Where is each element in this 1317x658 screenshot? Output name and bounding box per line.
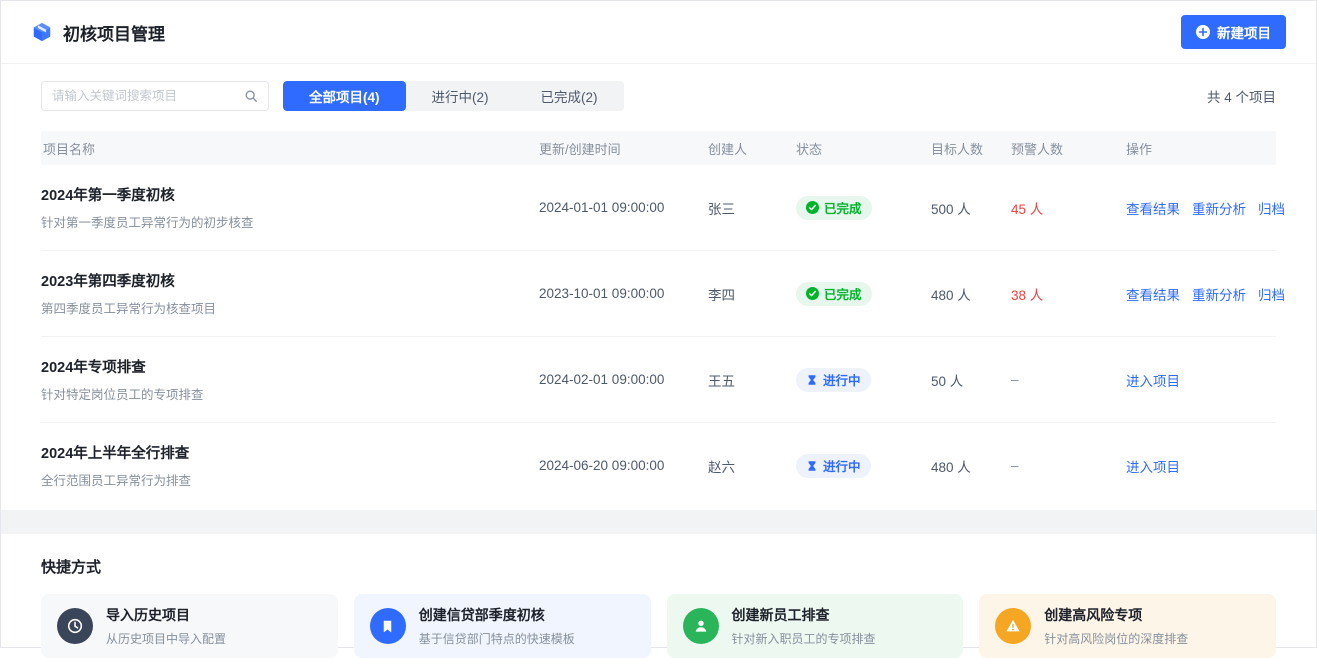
project-target: 480 人 [931,284,1011,304]
action-link[interactable]: 重新分析 [1192,198,1246,218]
status-badge: 已完成 [796,282,872,306]
new-project-button[interactable]: 新建项目 [1181,15,1286,49]
action-link[interactable]: 进入项目 [1126,456,1180,476]
table-row: 2024年上半年全行排查 全行范围员工异常行为排查 2024-06-20 09:… [41,423,1276,508]
action-link[interactable]: 归档 [1258,284,1285,304]
project-name: 2024年上半年全行排查 [41,442,539,463]
project-target: 500 人 [931,198,1011,218]
status-badge: 进行中 [796,368,871,392]
project-name: 2024年第一季度初核 [41,184,539,205]
status-label: 进行中 [823,370,861,389]
shortcut-desc: 针对高风险岗位的深度排查 [1044,630,1188,647]
check-circle-icon [806,201,819,214]
shortcut-title: 创建信贷部季度初核 [419,605,575,625]
shortcut-card-credit-dept[interactable]: 创建信贷部季度初核 基于信贷部门特点的快速模板 [354,594,651,658]
shortcut-card-new-employee[interactable]: 创建新员工排查 针对新入职员工的专项排查 [667,594,964,658]
tab-in-progress[interactable]: 进行中(2) [406,81,515,111]
project-creator: 李四 [708,284,796,304]
action-link[interactable]: 归档 [1258,198,1285,218]
project-creator: 张三 [708,198,796,218]
tab-all-projects[interactable]: 全部项目(4) [283,81,406,111]
col-header-warning: 预警人数 [1011,139,1126,158]
col-header-name: 项目名称 [41,139,539,158]
status-label: 进行中 [823,456,861,475]
shortcut-card-import-history[interactable]: 导入历史项目 从历史项目中导入配置 [41,594,338,658]
shortcut-title: 创建新员工排查 [732,605,876,625]
search-box [41,81,269,111]
page-title: 初核项目管理 [63,20,165,45]
table-row: 2023年第四季度初核 第四季度员工异常行为核查项目 2023-10-01 09… [41,251,1276,337]
project-desc: 针对特定岗位员工的专项排查 [41,384,539,403]
project-time: 2024-01-01 09:00:00 [539,200,708,215]
project-desc: 第四季度员工异常行为核查项目 [41,298,539,317]
search-icon[interactable] [244,89,258,103]
col-header-time: 更新/创建时间 [539,139,708,158]
project-target: 480 人 [931,456,1011,476]
project-warning: – [1011,458,1126,473]
section-divider [1,510,1316,534]
status-label: 已完成 [824,198,862,217]
shortcut-desc: 基于信贷部门特点的快速模板 [419,630,575,647]
project-desc: 全行范围员工异常行为排查 [41,470,539,489]
project-time: 2024-02-01 09:00:00 [539,372,708,387]
toolbar: 全部项目(4) 进行中(2) 已完成(2) 共 4 个项目 [1,64,1316,125]
shortcut-desc: 从历史项目中导入配置 [106,630,226,647]
row-actions: 进入项目 [1126,456,1276,476]
table-row: 2024年第一季度初核 针对第一季度员工异常行为的初步核查 2024-01-01… [41,165,1276,251]
app-cube-icon [31,21,53,43]
project-warning: 38 人 [1011,284,1126,304]
status-badge: 已完成 [796,196,872,220]
row-actions: 查看结果重新分析归档 [1126,284,1285,304]
action-link[interactable]: 进入项目 [1126,370,1180,390]
project-time: 2023-10-01 09:00:00 [539,286,708,301]
table-header-row: 项目名称 更新/创建时间 创建人 状态 目标人数 预警人数 操作 [41,131,1276,165]
warning-icon [995,608,1031,644]
table-row: 2024年专项排查 针对特定岗位员工的专项排查 2024-02-01 09:00… [41,337,1276,423]
hourglass-icon [806,374,818,386]
shortcut-card-high-risk[interactable]: 创建高风险专项 针对高风险岗位的深度排查 [979,594,1276,658]
project-warning: 45 人 [1011,198,1126,218]
action-link[interactable]: 查看结果 [1126,284,1180,304]
project-desc: 针对第一季度员工异常行为的初步核查 [41,212,539,231]
search-input[interactable] [52,89,244,103]
project-creator: 赵六 [708,456,796,476]
plus-circle-icon [1196,25,1210,39]
filter-tabs: 全部项目(4) 进行中(2) 已完成(2) [283,81,624,111]
new-project-label: 新建项目 [1217,22,1271,42]
project-count-summary: 共 4 个项目 [1207,86,1286,106]
project-warning: – [1011,372,1126,387]
col-header-creator: 创建人 [708,139,796,158]
status-label: 已完成 [824,284,862,303]
check-circle-icon [806,287,819,300]
user-icon [683,608,719,644]
shortcuts-title: 快捷方式 [41,556,1276,577]
col-header-actions: 操作 [1126,139,1276,158]
hourglass-icon [806,460,818,472]
tab-completed[interactable]: 已完成(2) [515,81,624,111]
history-icon [57,608,93,644]
col-header-target: 目标人数 [931,139,1011,158]
shortcut-title: 创建高风险专项 [1044,605,1188,625]
project-name: 2023年第四季度初核 [41,270,539,291]
project-target: 50 人 [931,370,1011,390]
col-header-status: 状态 [796,139,931,158]
shortcut-desc: 针对新入职员工的专项排查 [732,630,876,647]
shortcut-title: 导入历史项目 [106,605,226,625]
page-header: 初核项目管理 新建项目 [1,1,1316,64]
project-time: 2024-06-20 09:00:00 [539,458,708,473]
row-actions: 查看结果重新分析归档 [1126,198,1285,218]
bookmark-icon [370,608,406,644]
project-table-body: 2024年第一季度初核 针对第一季度员工异常行为的初步核查 2024-01-01… [41,165,1276,508]
row-actions: 进入项目 [1126,370,1276,390]
action-link[interactable]: 重新分析 [1192,284,1246,304]
project-table: 项目名称 更新/创建时间 创建人 状态 目标人数 预警人数 操作 2024年第一… [1,125,1316,508]
action-link[interactable]: 查看结果 [1126,198,1180,218]
project-name: 2024年专项排查 [41,356,539,377]
shortcuts-section: 快捷方式 导入历史项目 从历史项目中导入配置 创建信贷部季度初核 [1,534,1316,658]
project-creator: 王五 [708,370,796,390]
status-badge: 进行中 [796,454,871,478]
